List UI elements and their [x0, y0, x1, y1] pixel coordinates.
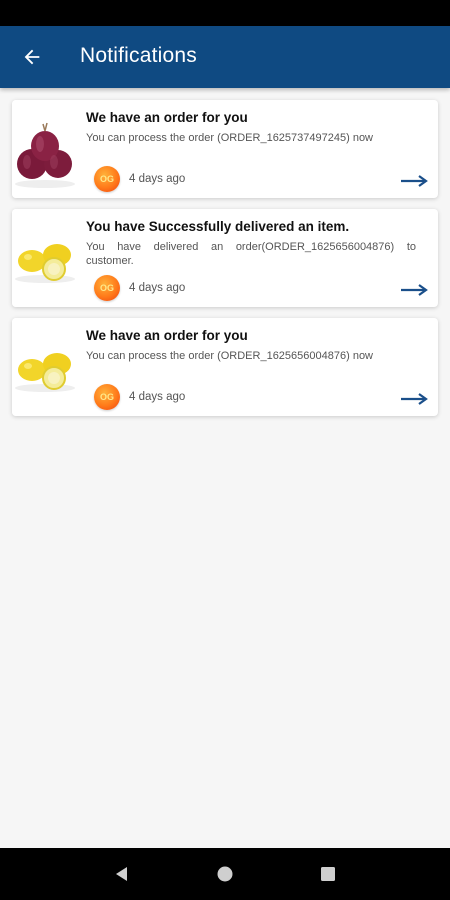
notification-card[interactable]: You have Successfully delivered an item.… [12, 209, 438, 307]
recents-square-icon [321, 867, 336, 881]
notification-time: 4 days ago [129, 391, 186, 403]
system-navigation-bar [0, 848, 450, 900]
product-image-lemons [12, 318, 78, 416]
notification-time: 4 days ago [129, 173, 186, 185]
arrow-right-icon[interactable] [400, 283, 428, 297]
home-circle-icon [217, 866, 233, 882]
app-bar: Notifications [0, 26, 450, 88]
status-bar [0, 0, 450, 26]
notification-title: You have Successfully delivered an item. [86, 219, 350, 234]
back-button[interactable] [14, 39, 50, 75]
back-triangle-icon [115, 867, 127, 881]
notification-message: You can process the order (ORDER_1625656… [86, 350, 373, 362]
system-back-button[interactable] [107, 859, 137, 889]
arrow-left-icon [24, 49, 40, 65]
notification-card[interactable]: We have an order for you You can process… [12, 318, 438, 416]
notification-time: 4 days ago [129, 282, 186, 294]
product-image-lemons [12, 209, 78, 307]
page-title: Notifications [80, 44, 197, 67]
arrow-right-icon[interactable] [400, 174, 428, 188]
notification-meta: OG 4 days ago [94, 275, 185, 301]
notification-title: We have an order for you [86, 110, 248, 125]
store-logo-icon: OG [94, 275, 120, 301]
system-home-button[interactable] [210, 859, 240, 889]
notification-meta: OG 4 days ago [94, 384, 185, 410]
system-recents-button[interactable] [313, 859, 343, 889]
notification-message: You can process the order (ORDER_1625737… [86, 132, 373, 144]
notification-message: You have delivered an order(ORDER_162565… [86, 241, 416, 267]
notification-title: We have an order for you [86, 328, 248, 343]
store-logo-icon: OG [94, 384, 120, 410]
notification-meta: OG 4 days ago [94, 166, 185, 192]
arrow-right-icon[interactable] [400, 392, 428, 406]
product-image-onion [12, 100, 78, 198]
store-logo-icon: OG [94, 166, 120, 192]
notification-card[interactable]: We have an order for you You can process… [12, 100, 438, 198]
